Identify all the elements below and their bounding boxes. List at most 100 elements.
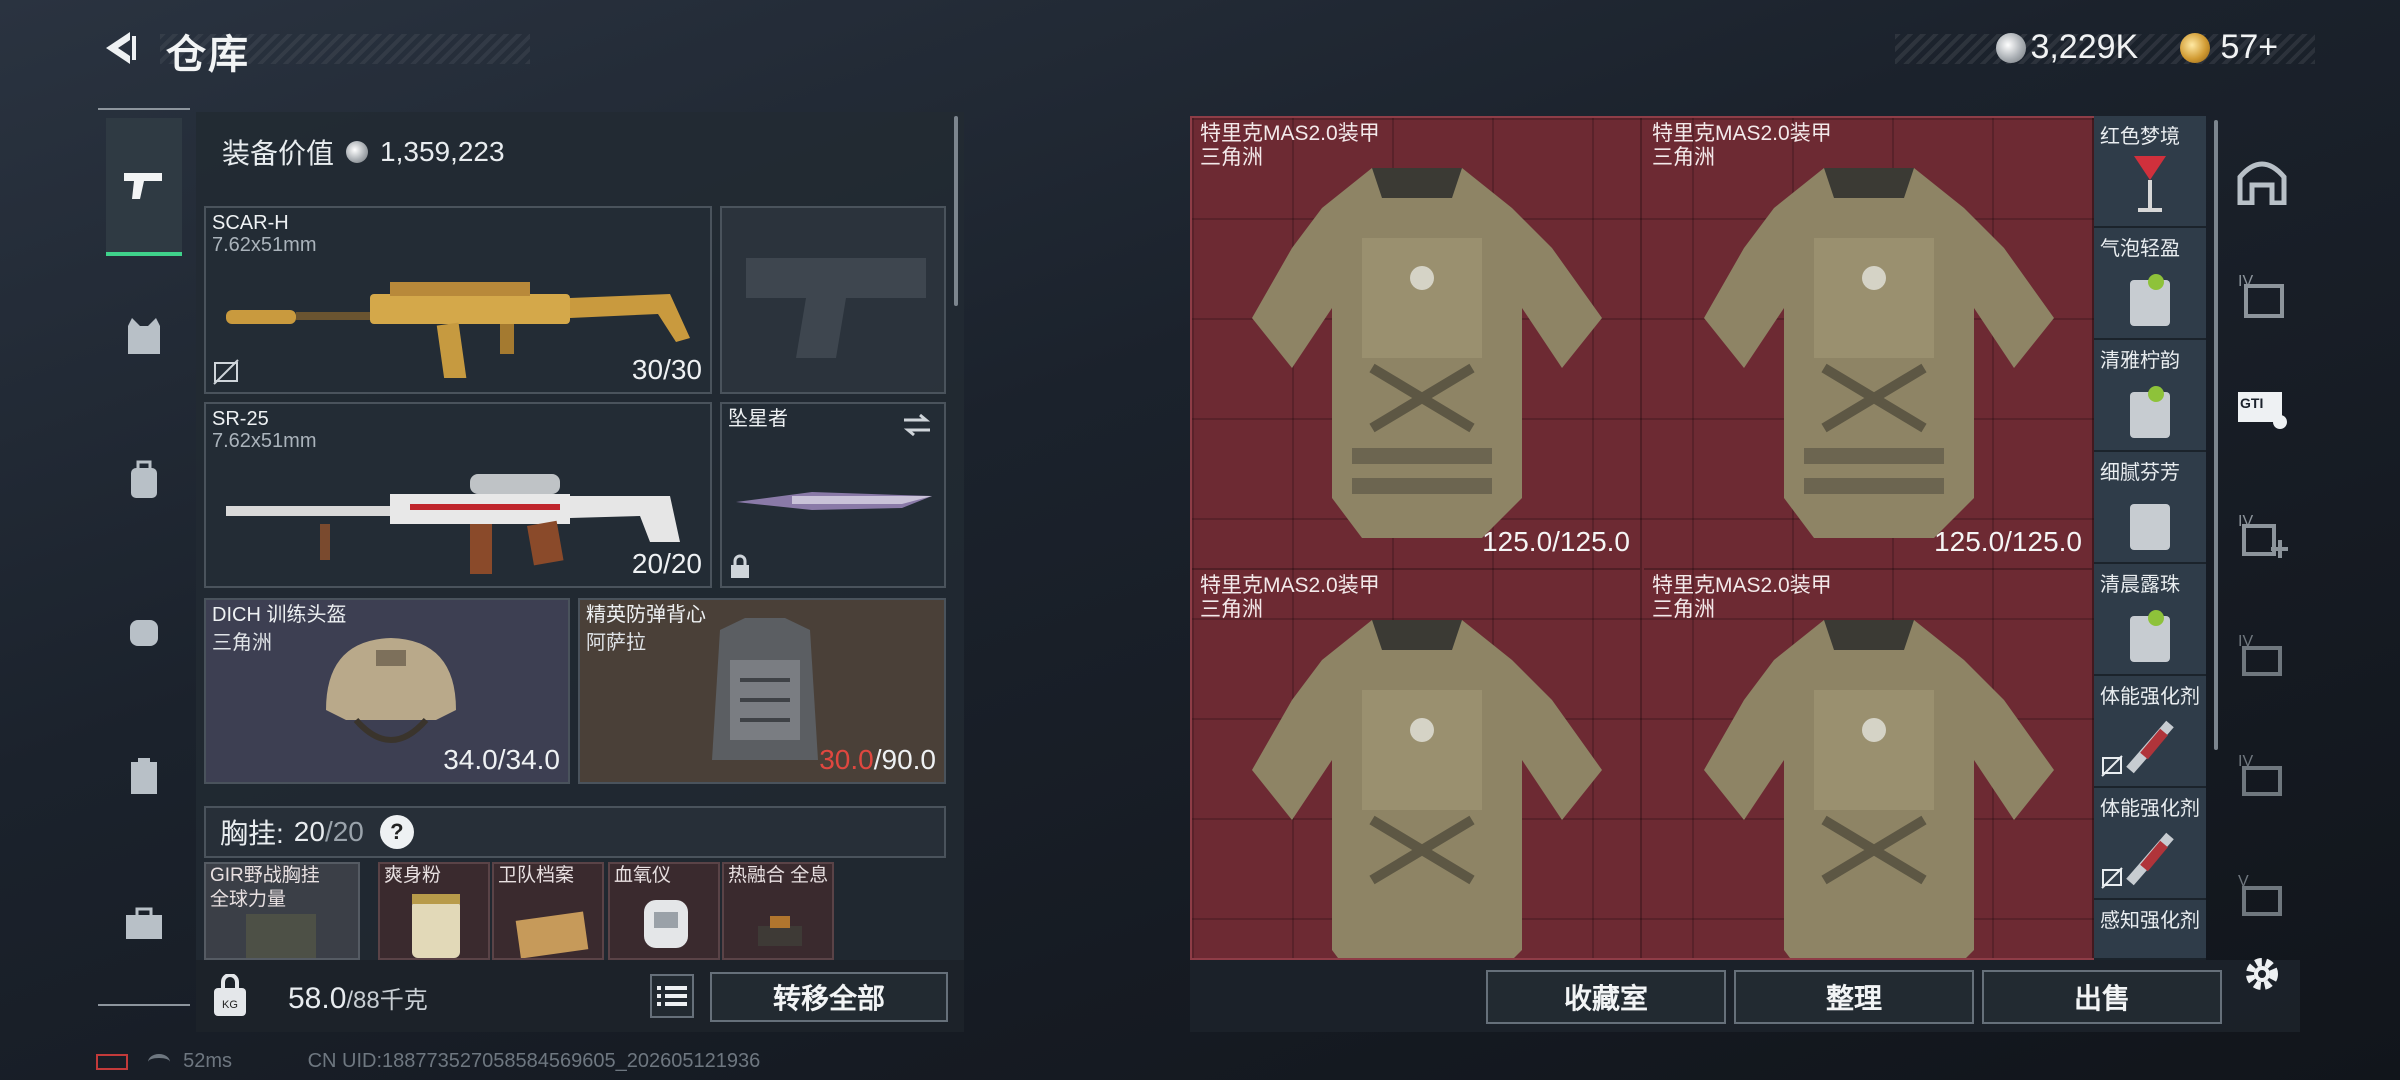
no-insure-icon (213, 359, 239, 385)
sidearm-slot-empty[interactable] (720, 206, 946, 394)
item-name: GIR野战胸挂 (210, 865, 320, 886)
vest-origin: 阿萨拉 (586, 632, 646, 654)
storage-item[interactable]: 特里克MAS2.0装甲 三角洲 (1644, 570, 2094, 958)
settings-button[interactable] (2234, 946, 2290, 1002)
weight-current: 58.0 (288, 982, 347, 1015)
back-button[interactable] (98, 26, 142, 70)
value-amount: 1,359,223 (380, 136, 505, 167)
lock-icon (731, 554, 749, 578)
gti-storage-icon: GTI (2238, 392, 2287, 429)
chest-label: 胸挂: (220, 818, 284, 849)
tab-gti-storage[interactable]: GTI (2234, 380, 2290, 436)
storage-item[interactable]: 清雅柠韵 (2094, 340, 2206, 452)
storage-item[interactable]: 特里克MAS2.0装甲 三角洲 125.0/125.0 (1192, 118, 1642, 570)
silver-coin-icon (346, 141, 369, 163)
armor-image (1704, 620, 2054, 958)
gold-coin-icon (2180, 32, 2210, 63)
nav-armor[interactable] (106, 296, 182, 376)
storage-item[interactable]: 特里克MAS2.0装甲 三角洲 125.0/125.0 (1644, 118, 2094, 570)
storage-item[interactable]: 特里克MAS2.0装甲 三角洲 (1192, 570, 1642, 958)
equipment-value: 装备价值 1,359,223 (208, 120, 948, 184)
melee-name: 坠星者 (728, 408, 788, 430)
inventory-item[interactable]: 热融合 全息 (722, 862, 834, 960)
item-name: 爽身粉 (384, 865, 442, 886)
tab-storage-4[interactable]: IV (2234, 266, 2290, 322)
nav-divider (98, 1004, 190, 1006)
tab-storage-folder[interactable]: IV (2234, 626, 2290, 682)
storage-item[interactable]: 体能强化剂 (2094, 676, 2206, 788)
tab-storage-folder[interactable]: IV (2234, 746, 2290, 802)
helmet-origin: 三角洲 (212, 632, 272, 654)
item-name: 细腻芬芳 (2100, 462, 2180, 484)
storage-scrollbar[interactable] (2214, 120, 2218, 750)
drink-glass-image (2130, 274, 2170, 326)
helmet-slot[interactable]: DICH 训练头盔 三角洲 34.0/34.0 (204, 598, 570, 784)
storage-item[interactable]: 细腻芬芳 (2094, 452, 2206, 564)
storage-item[interactable]: 清晨露珠 (2094, 564, 2206, 676)
list-view-button[interactable] (650, 974, 694, 1018)
nav-toolbox[interactable] (106, 884, 182, 964)
list-icon (657, 986, 687, 1006)
drink-glass-image (2130, 386, 2170, 438)
armor-image (1704, 168, 2054, 538)
armor-image (1252, 168, 1602, 538)
chest-rig-bar: 胸挂: 20/20 ? (204, 806, 946, 858)
value-label: 装备价值 (222, 138, 335, 169)
weapon-name: SCAR-H (212, 212, 289, 234)
chest-rig-image (246, 914, 316, 958)
inventory-item[interactable]: 爽身粉 (378, 862, 490, 960)
vest-icon (128, 318, 160, 354)
nav-bag[interactable] (106, 590, 182, 670)
item-name: 热融合 全息 (728, 865, 829, 886)
nav-backpack[interactable] (106, 440, 182, 520)
swap-icon[interactable] (900, 412, 934, 438)
battery-icon (96, 1053, 128, 1070)
secondary-weapon-slot[interactable]: SR-25 7.62x51mm 20/20 (204, 402, 712, 588)
storage-item[interactable]: 体能强化剂 (2094, 788, 2206, 900)
inventory-item[interactable]: 卫队档案 (492, 862, 604, 960)
primary-weapon-slot[interactable]: SCAR-H 7.62x51mm 30/30 (204, 206, 712, 394)
pistol-placeholder-icon (746, 258, 926, 358)
toolbox-icon (126, 907, 162, 939)
loadout-scrollbar[interactable] (954, 116, 958, 306)
nav-case[interactable] (106, 736, 182, 816)
silver-currency[interactable]: 3,229K (1996, 28, 2138, 67)
storage-item[interactable]: 感知强化剂 (2094, 900, 2206, 960)
sell-button[interactable]: 出售 (1982, 970, 2222, 1024)
tab-storage-add[interactable]: IV (2234, 506, 2290, 562)
injector-image (2126, 832, 2174, 886)
gold-currency[interactable]: 57+ (2180, 28, 2278, 67)
weight-icon: KG (214, 974, 246, 1016)
silver-amount: 3,229K (2030, 28, 2139, 66)
storage-item[interactable]: 红色梦境 (2094, 116, 2206, 228)
melee-slot[interactable]: 坠星者 (720, 402, 946, 588)
vest-slot[interactable]: 精英防弹背心 阿萨拉 30.0/90.0 (578, 598, 946, 784)
wifi-icon (147, 1053, 170, 1070)
weapon-caliber: 7.62x51mm (212, 234, 317, 256)
storage-item[interactable]: 气泡轻盈 (2094, 228, 2206, 340)
powder-can-image (412, 894, 460, 958)
weight-max: /88千克 (346, 987, 428, 1014)
scar-h-rifle-image (226, 282, 690, 378)
item-durability: 125.0/125.0 (1482, 526, 1630, 557)
storage-home-icon (2237, 161, 2287, 205)
add-storage-icon: IV (2238, 513, 2288, 558)
help-button[interactable]: ? (379, 815, 414, 849)
storage-box-icon: V (2238, 873, 2282, 916)
tab-home-storage[interactable] (2234, 152, 2290, 208)
helmet-durability: 34.0/34.0 (443, 744, 560, 775)
chest-rig-item[interactable]: GIR野战胸挂 全球力量 (204, 862, 360, 960)
nav-weapons[interactable] (106, 118, 182, 256)
armor-image (1252, 620, 1602, 958)
transfer-all-button[interactable]: 转移全部 (710, 972, 948, 1022)
organize-button[interactable]: 整理 (1734, 970, 1974, 1024)
vest-durability: 30.0/90.0 (819, 744, 936, 776)
tab-storage-5[interactable]: V (2234, 866, 2290, 922)
weapon-name: SR-25 (212, 408, 269, 430)
svg-text:KG: KG (222, 999, 238, 1011)
item-name: 感知强化剂 (2100, 910, 2200, 932)
collection-room-button[interactable]: 收藏室 (1486, 970, 1726, 1024)
inventory-item[interactable]: 血氧仪 (608, 862, 720, 960)
vest-durability-max: /90.0 (873, 744, 936, 775)
injector-image (2126, 720, 2174, 774)
